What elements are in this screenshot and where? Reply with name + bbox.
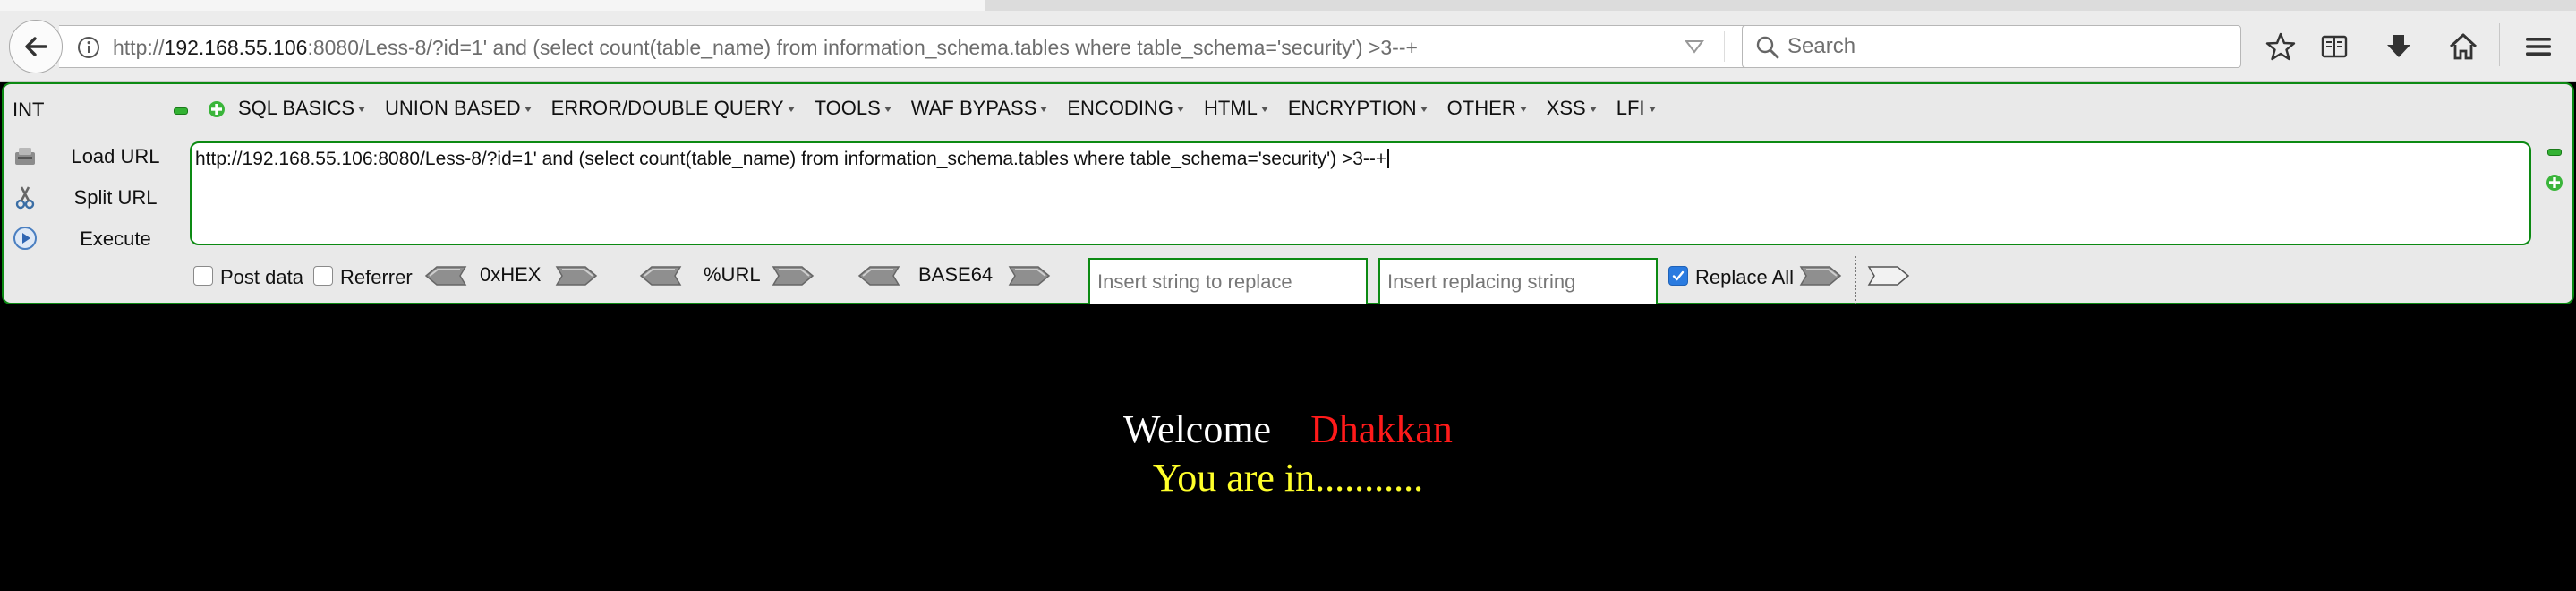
menu-waf-bypass[interactable]: WAF BYPASS	[911, 97, 1048, 120]
menu-tools[interactable]: TOOLS	[815, 97, 891, 120]
url-prefix: http://	[113, 36, 165, 59]
address-text[interactable]: http://192.168.55.106:8080/Less-8/?id=1'…	[113, 36, 1418, 60]
text-caret	[1387, 149, 1390, 168]
checkmark-icon	[1672, 270, 1685, 281]
search-icon	[1755, 35, 1780, 64]
replace-forward-arrow-icon[interactable]	[1799, 265, 1842, 287]
menu-encryption[interactable]: ENCRYPTION	[1288, 97, 1428, 120]
welcome-line: Welcome Dhakkan	[0, 407, 2576, 452]
url-encode-arrow-icon[interactable]	[772, 265, 815, 287]
menu-union-based[interactable]: UNION BASED	[385, 97, 532, 120]
execute-label: Execute	[80, 227, 151, 250]
replace-separator	[1855, 256, 1856, 304]
add-row-plus-icon[interactable]	[2546, 174, 2563, 192]
tab-strip	[0, 0, 2576, 11]
username-text: Dhakkan	[1310, 407, 1453, 451]
split-url-label: Split URL	[73, 186, 158, 209]
hackbar-menu: SQL BASICS UNION BASED ERROR/DOUBLE QUER…	[238, 97, 1676, 120]
base64-decode-arrow-icon[interactable]	[857, 265, 900, 287]
load-url-label: Load URL	[71, 145, 160, 167]
menu-lfi[interactable]: LFI	[1616, 97, 1656, 120]
base64-encode-arrow-icon[interactable]	[1008, 265, 1051, 287]
menu-sql-basics[interactable]: SQL BASICS	[238, 97, 365, 120]
toolbar-separator	[2499, 23, 2500, 66]
hackbar-url-value: http://192.168.55.106:8080/Less-8/?id=1'…	[195, 149, 1387, 169]
replace-all-label[interactable]: Replace All	[1695, 266, 1794, 289]
url-rest: :8080/Less-8/?id=1' and (select count(ta…	[307, 36, 1418, 59]
home-icon[interactable]	[2442, 25, 2485, 68]
int-label[interactable]: INT	[13, 98, 44, 122]
replace-apply-arrow-icon[interactable]	[1867, 265, 1910, 287]
search-bar[interactable]	[1742, 25, 2241, 68]
bookmark-star-icon[interactable]	[2259, 25, 2302, 68]
referrer-checkbox[interactable]	[313, 266, 333, 286]
load-url-button[interactable]: Load URL	[13, 140, 183, 172]
reading-list-icon[interactable]	[2313, 25, 2356, 68]
back-arrow-icon	[25, 37, 47, 56]
scissors-icon	[15, 186, 35, 210]
remove-row-minus-icon[interactable]	[2547, 149, 2562, 156]
hamburger-menu-icon[interactable]	[2517, 25, 2560, 68]
minus-icon[interactable]	[174, 107, 188, 115]
dropdown-history-icon[interactable]	[1685, 39, 1704, 59]
execute-button[interactable]: Execute	[13, 222, 183, 254]
replace-all-checkbox[interactable]	[1668, 266, 1688, 286]
page-content: Welcome Dhakkan You are in...........	[0, 304, 2576, 591]
menu-encoding[interactable]: ENCODING	[1067, 97, 1184, 120]
menu-html[interactable]: HTML	[1204, 97, 1268, 120]
menu-other[interactable]: OTHER	[1447, 97, 1527, 120]
welcome-text: Welcome	[1123, 407, 1272, 451]
replacing-string-input[interactable]	[1378, 258, 1658, 306]
url-host: 192.168.55.106	[164, 36, 308, 59]
referrer-label[interactable]: Referrer	[340, 266, 413, 289]
base64-label: BASE64	[918, 263, 994, 286]
url-decode-arrow-icon[interactable]	[639, 265, 682, 287]
status-message: You are in...........	[1152, 456, 1424, 500]
hex-decode-arrow-icon[interactable]	[424, 265, 467, 287]
back-button[interactable]	[9, 20, 63, 73]
hackbar-url-textarea[interactable]: http://192.168.55.106:8080/Less-8/?id=1'…	[190, 141, 2531, 245]
info-icon[interactable]	[77, 36, 100, 64]
url-encode-label: %URL	[704, 263, 761, 286]
address-bar[interactable]: http://192.168.55.106:8080/Less-8/?id=1'…	[59, 25, 1761, 68]
menu-error-double-query[interactable]: ERROR/DOUBLE QUERY	[551, 97, 795, 120]
menu-xss[interactable]: XSS	[1547, 97, 1597, 120]
post-data-label[interactable]: Post data	[220, 266, 303, 289]
hex-encode-arrow-icon[interactable]	[555, 265, 598, 287]
url-separator	[1724, 31, 1725, 62]
hex-label: 0xHEX	[480, 263, 542, 286]
load-url-icon	[15, 148, 35, 165]
browser-toolbar: http://192.168.55.106:8080/Less-8/?id=1'…	[0, 0, 2576, 82]
download-icon[interactable]	[2377, 25, 2420, 68]
options-row: Post data Referrer 0xHEX %URL BASE64 Rep…	[190, 256, 2571, 306]
post-data-checkbox[interactable]	[193, 266, 213, 286]
hackbar-panel: INT SQL BASICS UNION BASED ERROR/DOUBLE …	[2, 82, 2574, 306]
play-icon	[13, 227, 37, 250]
plus-icon[interactable]	[208, 100, 226, 118]
search-input[interactable]	[1787, 31, 2226, 62]
split-url-button[interactable]: Split URL	[13, 181, 183, 213]
string-to-replace-input[interactable]	[1088, 258, 1368, 306]
